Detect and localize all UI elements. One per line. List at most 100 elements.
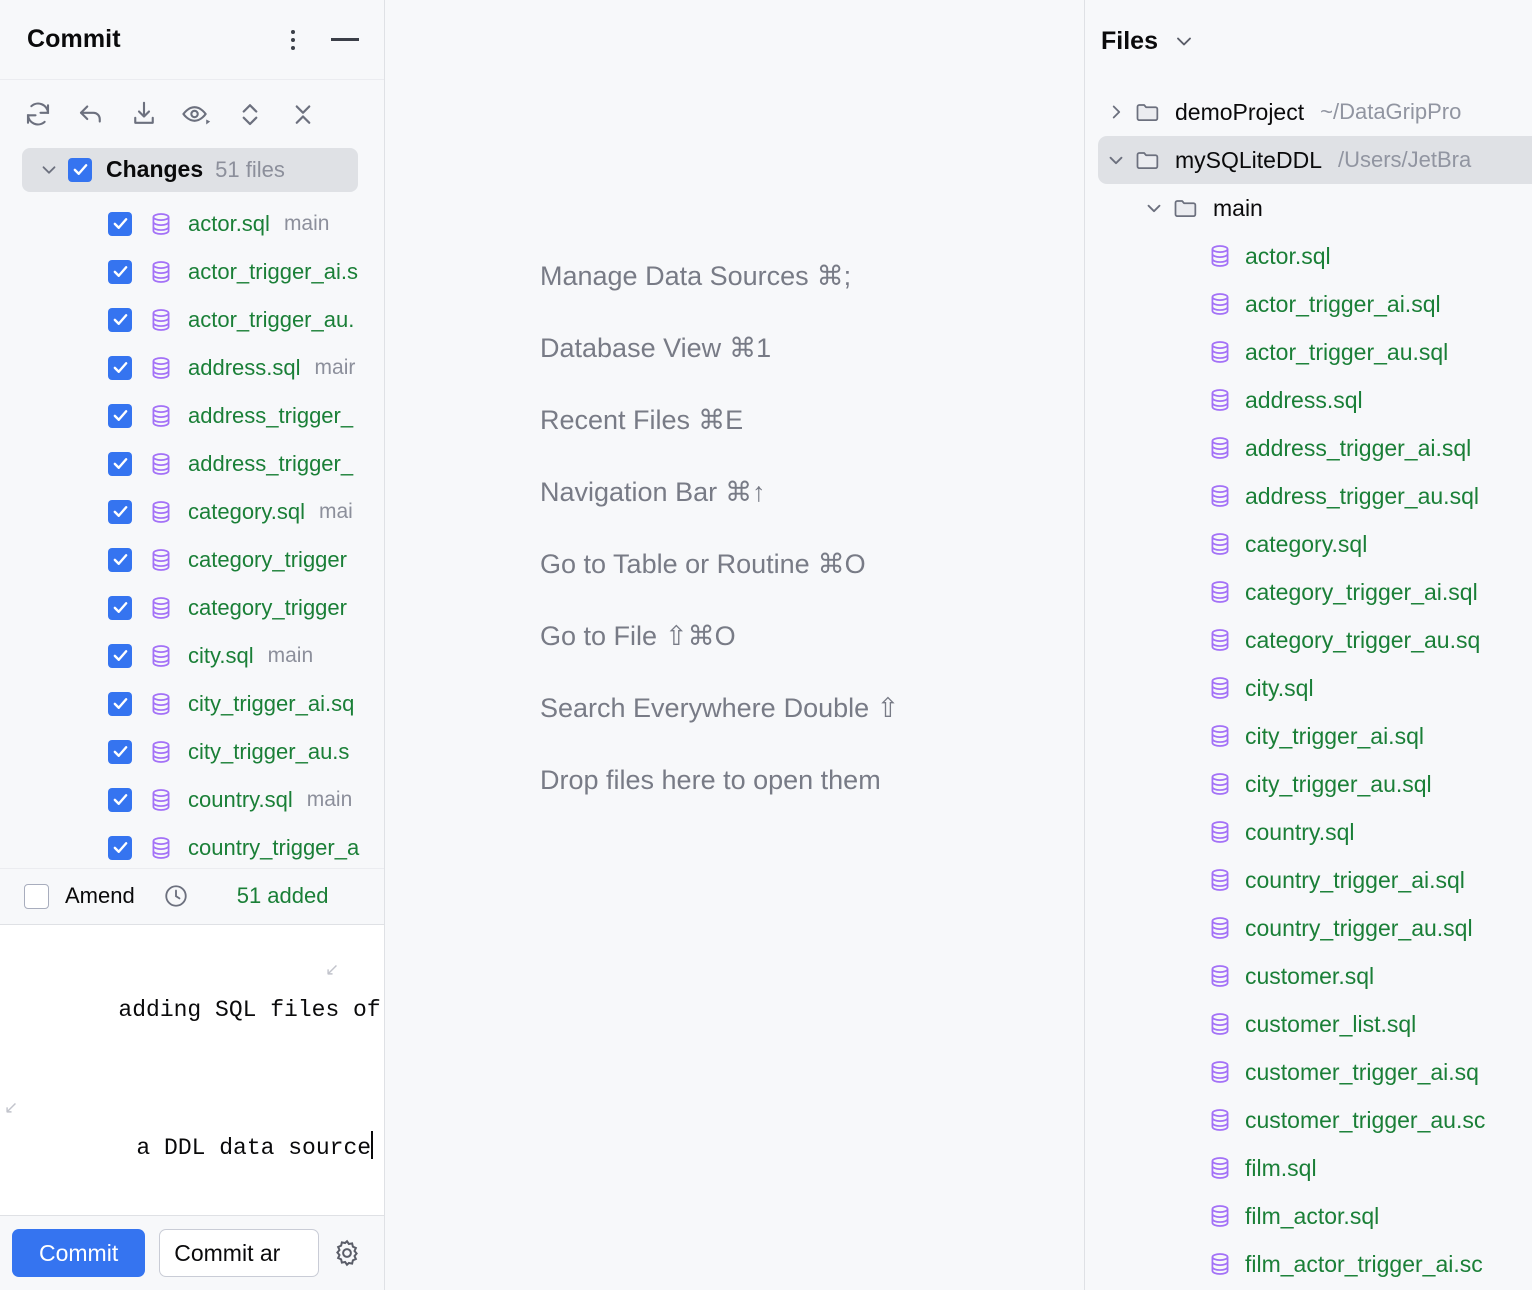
sql-file-icon: [148, 451, 174, 477]
sql-file-icon: [1207, 963, 1233, 989]
tree-node-name: mySQLiteDDL: [1175, 147, 1322, 174]
tree-file-name: actor_trigger_ai.sql: [1245, 291, 1441, 318]
show-diff-preview-icon[interactable]: [179, 96, 215, 132]
sql-file-icon: [148, 595, 174, 621]
tree-file-row[interactable]: customer_trigger_au.sc: [1085, 1096, 1532, 1144]
tree-file-row[interactable]: actor.sql: [1085, 232, 1532, 280]
commit-file-checkbox[interactable]: [108, 260, 132, 284]
commit-file-row[interactable]: actor.sqlmain: [0, 200, 384, 248]
commit-file-row[interactable]: city_trigger_ai.sq: [0, 680, 384, 728]
editor-hint: Search EverywhereDouble ⇧: [540, 672, 899, 744]
gear-icon[interactable]: [327, 1233, 367, 1273]
tree-file-row[interactable]: city_trigger_ai.sql: [1085, 712, 1532, 760]
collapse-all-icon[interactable]: [285, 96, 321, 132]
commit-and-push-button[interactable]: Commit ar: [159, 1229, 319, 1277]
editor-hint: Drop files here to open them: [540, 744, 899, 816]
text-caret: [371, 1131, 373, 1159]
sql-file-icon: [1207, 867, 1233, 893]
tree-file-row[interactable]: address.sql: [1085, 376, 1532, 424]
expand-all-icon[interactable]: [232, 96, 268, 132]
commit-file-list[interactable]: actor.sqlmainactor_trigger_ai.sactor_tri…: [0, 192, 384, 868]
commit-file-checkbox[interactable]: [108, 548, 132, 572]
commit-file-row[interactable]: city.sqlmain: [0, 632, 384, 680]
tree-file-row[interactable]: category_trigger_au.sq: [1085, 616, 1532, 664]
tree-file-row[interactable]: film_actor.sql: [1085, 1192, 1532, 1240]
editor-empty-area[interactable]: Manage Data Sources⌘;Database View⌘1Rece…: [385, 0, 1085, 1290]
tree-file-row[interactable]: category_trigger_ai.sql: [1085, 568, 1532, 616]
tree-file-name: category_trigger_ai.sql: [1245, 579, 1478, 606]
folder-icon: [1133, 145, 1163, 175]
commit-file-checkbox[interactable]: [108, 596, 132, 620]
tree-file-row[interactable]: country.sql: [1085, 808, 1532, 856]
commit-file-checkbox[interactable]: [108, 500, 132, 524]
chevron-down-icon[interactable]: [1172, 29, 1196, 53]
commit-file-row[interactable]: address.sqlmair: [0, 344, 384, 392]
chevron-down-icon[interactable]: [34, 155, 64, 185]
commit-message-input[interactable]: adding SQL files of↙ ↙a DDL data source: [0, 924, 384, 1215]
tree-file-name: country_trigger_ai.sql: [1245, 867, 1465, 894]
tree-file-row[interactable]: customer_trigger_ai.sq: [1085, 1048, 1532, 1096]
chevron-down-icon[interactable]: [1099, 143, 1133, 177]
commit-file-checkbox[interactable]: [108, 644, 132, 668]
tree-file-row[interactable]: address_trigger_ai.sql: [1085, 424, 1532, 472]
tree-folder-main[interactable]: main: [1085, 184, 1532, 232]
commit-file-checkbox[interactable]: [108, 356, 132, 380]
tree-file-row[interactable]: customer_list.sql: [1085, 1000, 1532, 1048]
file-tree[interactable]: demoProject~/DataGripPromySQLiteDDL/User…: [1085, 82, 1532, 1288]
tree-file-row[interactable]: city.sql: [1085, 664, 1532, 712]
sql-file-icon: [1207, 579, 1233, 605]
more-options-icon[interactable]: [276, 23, 310, 57]
tree-file-row[interactable]: customer.sql: [1085, 952, 1532, 1000]
commit-panel-header: Commit: [0, 0, 384, 80]
commit-file-checkbox[interactable]: [108, 740, 132, 764]
tree-file-row[interactable]: film.sql: [1085, 1144, 1532, 1192]
minimize-icon[interactable]: [328, 23, 362, 57]
tree-root-mySQLiteDDL[interactable]: mySQLiteDDL/Users/JetBra: [1085, 136, 1532, 184]
commit-file-checkbox[interactable]: [108, 836, 132, 860]
chevron-right-icon[interactable]: [1099, 95, 1133, 129]
commit-file-row[interactable]: category_trigger: [0, 584, 384, 632]
tree-file-row[interactable]: category.sql: [1085, 520, 1532, 568]
commit-file-row[interactable]: country_trigger_a: [0, 824, 384, 868]
commit-file-row[interactable]: country.sqlmain: [0, 776, 384, 824]
commit-file-row[interactable]: address_trigger_: [0, 392, 384, 440]
tree-file-row[interactable]: actor_trigger_ai.sql: [1085, 280, 1532, 328]
commit-file-branch: main: [268, 644, 314, 668]
commit-button[interactable]: Commit: [12, 1229, 145, 1277]
tree-file-row[interactable]: country_trigger_ai.sql: [1085, 856, 1532, 904]
commit-file-checkbox[interactable]: [108, 404, 132, 428]
update-project-icon[interactable]: [126, 96, 162, 132]
commit-file-checkbox[interactable]: [108, 692, 132, 716]
tree-root-demoProject[interactable]: demoProject~/DataGripPro: [1085, 88, 1532, 136]
commit-file-checkbox[interactable]: [108, 308, 132, 332]
editor-hint: Navigation Bar⌘↑: [540, 456, 899, 528]
tree-file-row[interactable]: country_trigger_au.sql: [1085, 904, 1532, 952]
chevron-down-icon[interactable]: [1137, 191, 1171, 225]
tree-file-row[interactable]: city_trigger_au.sql: [1085, 760, 1532, 808]
commit-file-row[interactable]: city_trigger_au.s: [0, 728, 384, 776]
commit-file-row[interactable]: category.sqlmai: [0, 488, 384, 536]
commit-file-checkbox[interactable]: [108, 212, 132, 236]
sql-file-icon: [1207, 483, 1233, 509]
tree-file-row[interactable]: actor_trigger_au.sql: [1085, 328, 1532, 376]
commit-file-checkbox[interactable]: [108, 788, 132, 812]
sql-file-icon: [148, 259, 174, 285]
changes-group-row[interactable]: Changes 51 files: [22, 148, 358, 192]
clock-icon[interactable]: [161, 881, 191, 911]
tree-node-name: main: [1213, 195, 1263, 222]
commit-file-checkbox[interactable]: [108, 452, 132, 476]
commit-file-row[interactable]: address_trigger_: [0, 440, 384, 488]
changes-group-checkbox[interactable]: [68, 158, 92, 182]
tree-file-name: country_trigger_au.sql: [1245, 915, 1473, 942]
refresh-changes-icon[interactable]: [20, 96, 56, 132]
tree-file-row[interactable]: film_actor_trigger_ai.sc: [1085, 1240, 1532, 1288]
commit-file-row[interactable]: actor_trigger_ai.s: [0, 248, 384, 296]
commit-file-row[interactable]: actor_trigger_au.: [0, 296, 384, 344]
tree-file-row[interactable]: address_trigger_au.sql: [1085, 472, 1532, 520]
files-panel-header: Files: [1085, 0, 1532, 82]
files-panel-title: Files: [1101, 27, 1158, 56]
amend-checkbox[interactable]: [24, 884, 49, 909]
commit-file-row[interactable]: category_trigger: [0, 536, 384, 584]
tree-node-name: demoProject: [1175, 99, 1304, 126]
rollback-icon[interactable]: [73, 96, 109, 132]
